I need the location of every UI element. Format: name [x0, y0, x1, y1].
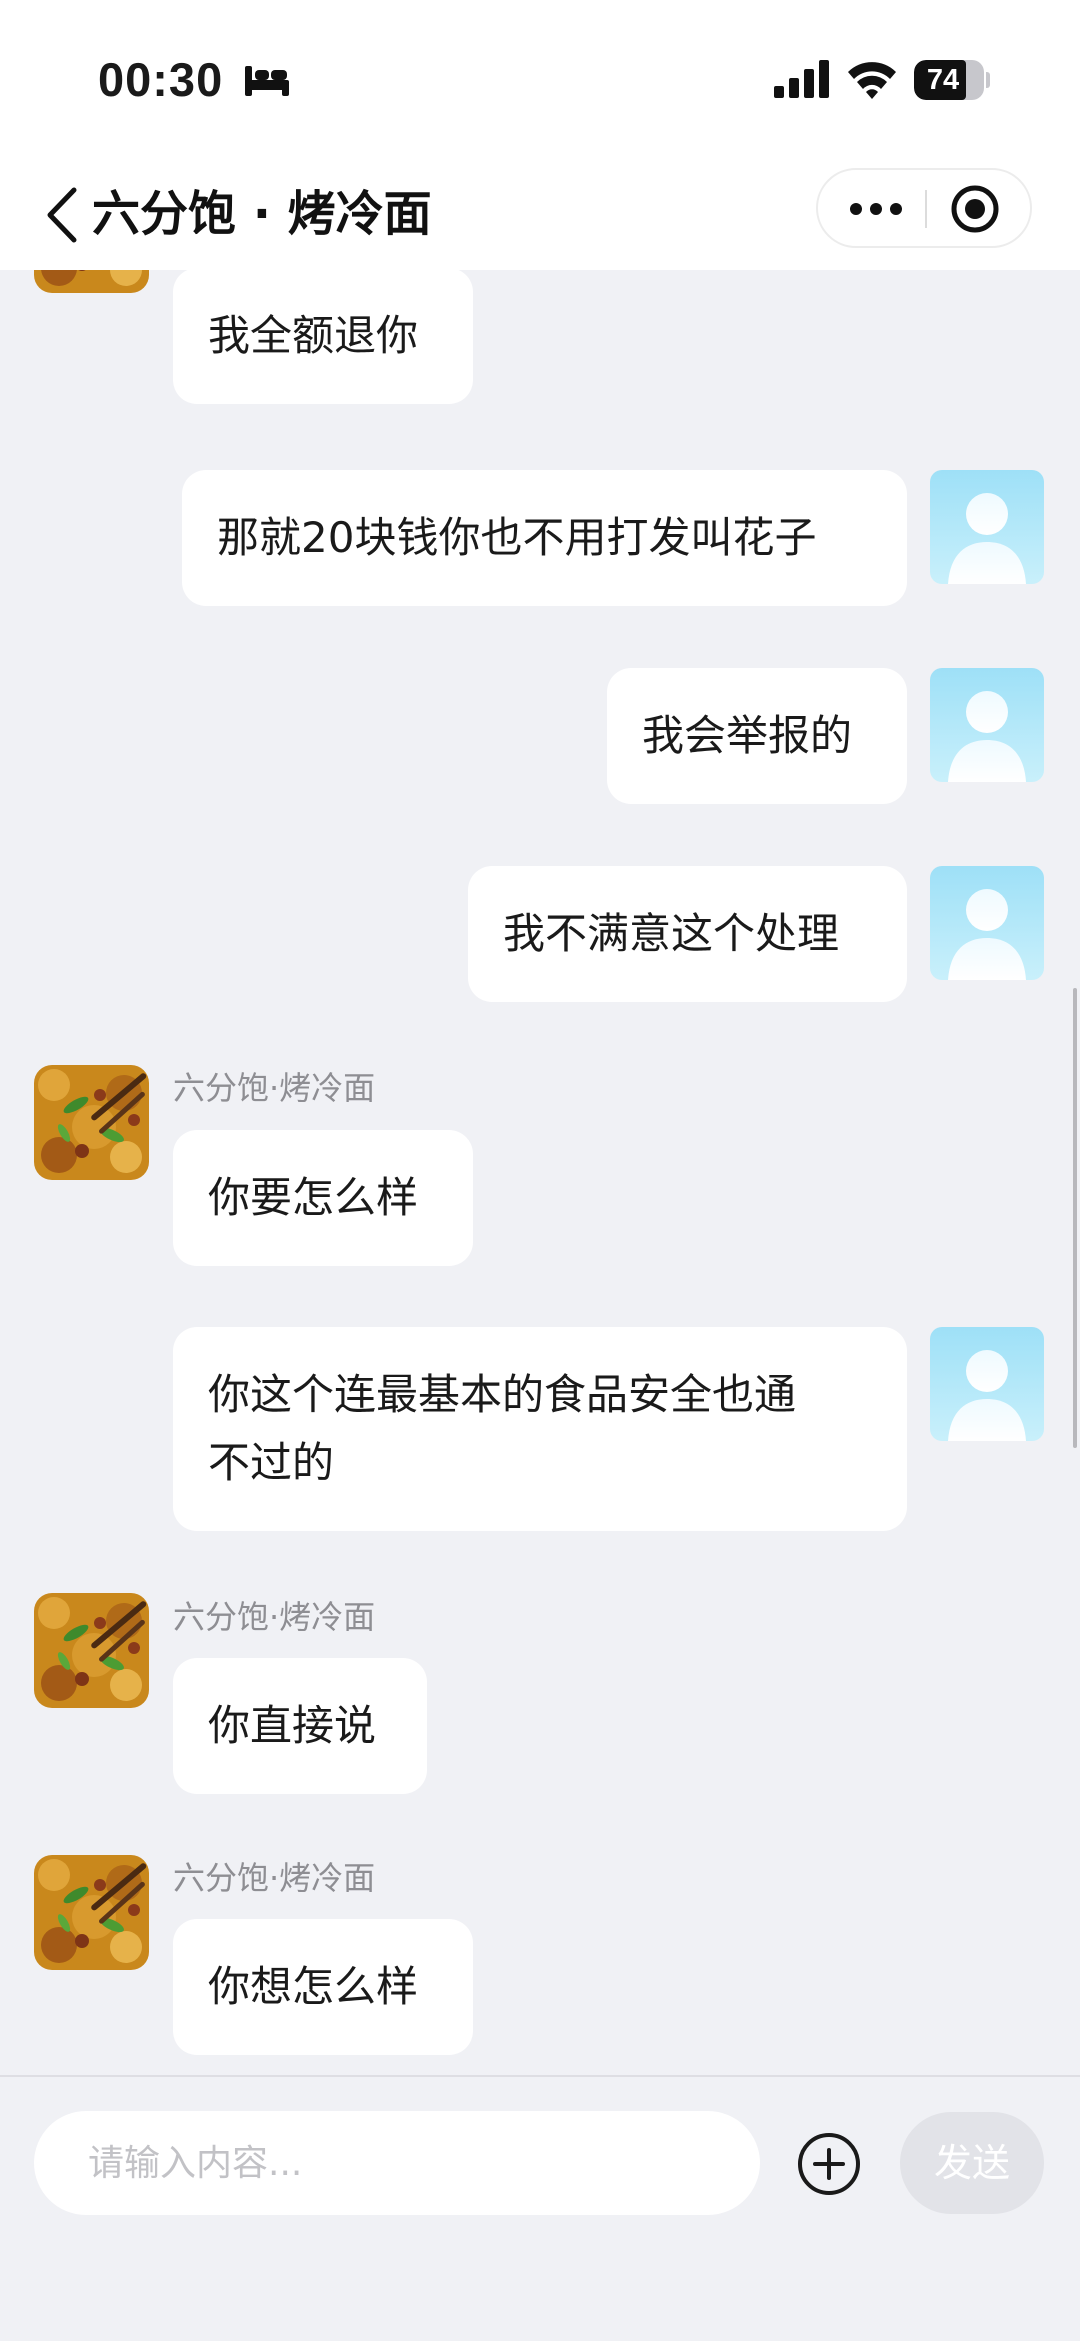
- input-bar: 发送: [0, 2075, 1080, 2341]
- message-bubble: 我不满意这个处理: [468, 866, 907, 1002]
- status-bar: 00:30 74: [0, 0, 1080, 160]
- wifi-icon: [848, 62, 896, 99]
- user-avatar[interactable]: [930, 1327, 1044, 1441]
- chevron-left-icon[interactable]: [40, 182, 84, 248]
- merchant-avatar[interactable]: [34, 1065, 149, 1180]
- more-dots-icon[interactable]: [848, 194, 904, 224]
- sender-name: 六分饱·烤冷面: [173, 1069, 376, 1107]
- user-avatar[interactable]: [930, 470, 1044, 584]
- message-bubble: 我全额退你: [173, 270, 473, 404]
- battery-level: 74: [926, 64, 960, 96]
- message-text: 你直接说: [208, 1701, 377, 1750]
- message-bubble: 那就20块钱你也不用打发叫花子: [182, 470, 907, 606]
- message-bubble: 你想怎么样: [173, 1919, 473, 2055]
- message-bubble: 我会举报的: [607, 668, 907, 804]
- scroll-indicator[interactable]: [1073, 988, 1077, 1448]
- message-text: 我全额退你: [208, 311, 419, 360]
- plus-circle-icon[interactable]: [796, 2131, 862, 2197]
- message-text: 我不满意这个处理: [503, 909, 840, 958]
- bed-icon: [245, 66, 289, 96]
- message-text-line: 不过的: [208, 1438, 335, 1487]
- message-bubble: 你直接说: [173, 1658, 427, 1794]
- message-text: 你想怎么样: [208, 1962, 419, 2011]
- message-text: 你要怎么样: [208, 1173, 419, 1222]
- battery-icon: 74: [914, 60, 984, 100]
- message-input[interactable]: [34, 2111, 760, 2215]
- record-target-icon[interactable]: [950, 184, 1000, 234]
- user-avatar[interactable]: [930, 668, 1044, 782]
- merchant-avatar[interactable]: [34, 1593, 149, 1708]
- nav-bar: 六分饱 · 烤冷面: [0, 160, 1080, 270]
- merchant-avatar[interactable]: [34, 1855, 149, 1970]
- page-title: 六分饱 · 烤冷面: [92, 186, 432, 242]
- message-bubble: 你这个连最基本的食品安全也通 不过的: [173, 1327, 907, 1531]
- sender-name: 六分饱·烤冷面: [173, 1859, 376, 1897]
- user-avatar[interactable]: [930, 866, 1044, 980]
- merchant-avatar[interactable]: [34, 270, 149, 293]
- message-text: 我会举报的: [642, 711, 853, 760]
- send-button[interactable]: 发送: [900, 2112, 1044, 2214]
- message-text: 那就20块钱你也不用打发叫花子: [217, 513, 817, 562]
- chat-message-list[interactable]: 我全额退你 那就20块钱你也不用打发叫花子 我会举报的 我不满意这个处理 六分饱…: [0, 270, 1080, 2075]
- battery-nub: [986, 72, 990, 88]
- status-time: 00:30: [98, 53, 224, 106]
- capsule-divider: [925, 190, 927, 228]
- sender-name: 六分饱·烤冷面: [173, 1598, 376, 1636]
- mini-program-capsule: [816, 168, 1032, 248]
- message-bubble: 你要怎么样: [173, 1130, 473, 1266]
- message-text-line: 你这个连最基本的食品安全也通: [208, 1370, 797, 1419]
- cellular-signal-icon: [774, 60, 829, 98]
